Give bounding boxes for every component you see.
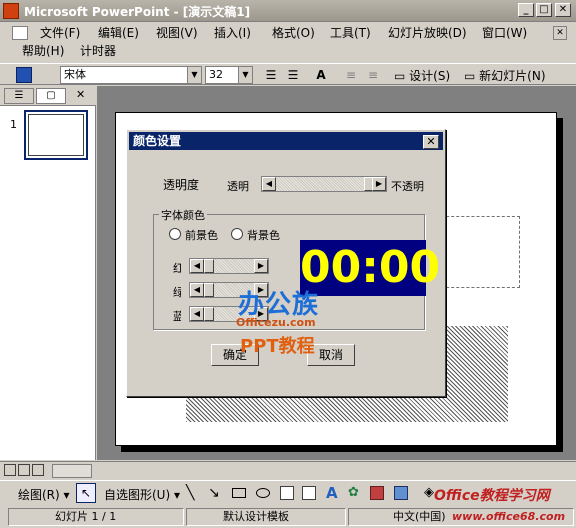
foreground-label: 前景色 xyxy=(185,229,218,242)
status-bar: 幻灯片 1 / 1 默认设计模板 中文(中国) www.office68.com xyxy=(0,506,576,528)
increase-indent-icon[interactable]: ≡ xyxy=(364,66,382,84)
arrow-icon[interactable]: ↘ xyxy=(208,485,220,501)
title-bar: Microsoft PowerPoint - [演示文稿1] _ □ ✕ xyxy=(0,0,576,22)
drawing-toolbar: 绘图(R) ▾ ↖ 自选图形(U) ▾ ╲ ↘ A ✿ ◈ Office教程学习… xyxy=(0,480,576,506)
transparency-label: 透明度 xyxy=(163,178,200,192)
background-radio[interactable] xyxy=(231,228,243,240)
powerpoint-icon xyxy=(3,3,19,19)
scroll-left-icon[interactable]: ◀ xyxy=(190,283,204,297)
slide-number: 1 xyxy=(10,118,17,131)
oval-icon[interactable] xyxy=(256,488,270,498)
view-bar xyxy=(0,461,576,479)
fill-color-icon[interactable]: ◈ xyxy=(424,485,434,500)
window-title: Microsoft PowerPoint - [演示文稿1] xyxy=(24,5,251,19)
green-label: 绿 xyxy=(173,286,181,299)
slides-tab[interactable]: ▢ xyxy=(36,88,66,104)
menu-tools[interactable]: 工具(T) xyxy=(330,24,371,42)
close-button[interactable]: ✕ xyxy=(555,3,571,17)
design-button[interactable]: ▭ 设计(S) xyxy=(394,67,450,84)
bullet-list-icon[interactable]: ☰ xyxy=(284,66,302,84)
line-icon[interactable]: ╲ xyxy=(186,485,194,501)
doc-icon[interactable] xyxy=(12,26,28,40)
diagram-icon[interactable]: ✿ xyxy=(348,485,359,500)
formatting-toolbar: 宋体 ▼ 32 ▼ ☰ ☰ A ≡ ≡ ▭ 设计(S) ▭ 新幻灯片(N) xyxy=(0,63,576,85)
wordart-icon[interactable]: A xyxy=(326,484,338,502)
watermark-site: Officezu.com xyxy=(236,316,316,329)
slideshow-view-icon[interactable] xyxy=(32,464,44,476)
maximize-button[interactable]: □ xyxy=(536,3,552,17)
red-slider[interactable]: ◀ ▶ xyxy=(189,258,269,274)
background-label: 背景色 xyxy=(247,229,280,242)
font-color-label: 字体颜色 xyxy=(159,207,207,223)
rectangle-icon[interactable] xyxy=(232,488,246,498)
numbered-list-icon[interactable]: ☰ xyxy=(262,66,280,84)
corner-watermark-title: Office教程学习网 xyxy=(434,488,550,504)
scroll-right-icon[interactable]: ▶ xyxy=(372,177,386,191)
watermark-tag: PPT教程 xyxy=(240,336,315,357)
menu-timer[interactable]: 计时器 xyxy=(80,42,116,60)
title-placeholder[interactable] xyxy=(436,216,520,288)
menu-slideshow[interactable]: 幻灯片放映(D) xyxy=(388,24,467,42)
autoshape-menu[interactable]: 自选图形(U) ▾ xyxy=(104,486,180,503)
font-size-icon[interactable]: A xyxy=(312,66,330,84)
doc-close-icon[interactable]: ✕ xyxy=(553,26,567,40)
status-slide: 幻灯片 1 / 1 xyxy=(8,508,184,526)
slide-thumbnail[interactable] xyxy=(24,110,88,160)
foreground-radio[interactable] xyxy=(169,228,181,240)
outline-tab[interactable]: ☰ xyxy=(4,88,34,104)
menu-view[interactable]: 视图(V) xyxy=(156,24,198,42)
picture-icon[interactable] xyxy=(394,486,408,500)
dialog-title: 颜色设置 ✕ xyxy=(129,132,443,150)
scroll-left-icon[interactable]: ◀ xyxy=(190,307,204,321)
horizontal-scrollbar[interactable] xyxy=(52,464,92,478)
chevron-down-icon: ▼ xyxy=(238,67,252,83)
menu-bar: 文件(F) 编辑(E) 视图(V) 插入(I) 格式(O) 工具(T) 幻灯片放… xyxy=(0,22,576,62)
slider-thumb[interactable] xyxy=(204,259,214,273)
red-label: 红 xyxy=(173,262,181,275)
corner-watermark-url: www.office68.com xyxy=(452,510,566,523)
transparent-label: 透明 xyxy=(227,180,249,193)
pointer-icon[interactable]: ↖ xyxy=(76,483,96,503)
menu-edit[interactable]: 编辑(E) xyxy=(98,24,139,42)
menu-help[interactable]: 帮助(H) xyxy=(22,42,64,60)
opaque-label: 不透明 xyxy=(391,180,424,193)
size-select[interactable]: 32 ▼ xyxy=(205,66,253,84)
sorter-view-icon[interactable] xyxy=(18,464,30,476)
scroll-left-icon[interactable]: ◀ xyxy=(262,177,276,191)
scroll-left-icon[interactable]: ◀ xyxy=(190,259,204,273)
minimize-button[interactable]: _ xyxy=(518,3,534,17)
font-select[interactable]: 宋体 ▼ xyxy=(60,66,202,84)
textbox-icon[interactable] xyxy=(280,486,294,500)
draw-menu[interactable]: 绘图(R) ▾ xyxy=(18,486,70,503)
chevron-down-icon: ▼ xyxy=(187,67,201,83)
status-design: 默认设计模板 xyxy=(186,508,346,526)
decrease-indent-icon[interactable]: ≡ xyxy=(342,66,360,84)
slider-thumb[interactable] xyxy=(204,283,214,297)
slider-thumb[interactable] xyxy=(204,307,214,321)
blue-label: 蓝 xyxy=(173,310,181,323)
scroll-right-icon[interactable]: ▶ xyxy=(254,259,268,273)
pane-close-icon[interactable]: ✕ xyxy=(76,88,85,101)
dialog-close-icon[interactable]: ✕ xyxy=(423,135,439,149)
save-icon[interactable] xyxy=(16,67,32,83)
pane-tabs: ☰ ▢ ✕ xyxy=(0,86,96,106)
clipart-icon[interactable] xyxy=(370,486,384,500)
menu-window[interactable]: 窗口(W) xyxy=(482,24,527,42)
menu-file[interactable]: 文件(F) xyxy=(40,24,80,42)
vertical-textbox-icon[interactable] xyxy=(302,486,316,500)
menu-insert[interactable]: 插入(I) xyxy=(214,24,251,42)
menu-format[interactable]: 格式(O) xyxy=(272,24,315,42)
transparency-slider[interactable]: ◀ ▶ xyxy=(261,176,387,192)
new-slide-button[interactable]: ▭ 新幻灯片(N) xyxy=(464,67,546,84)
normal-view-icon[interactable] xyxy=(4,464,16,476)
